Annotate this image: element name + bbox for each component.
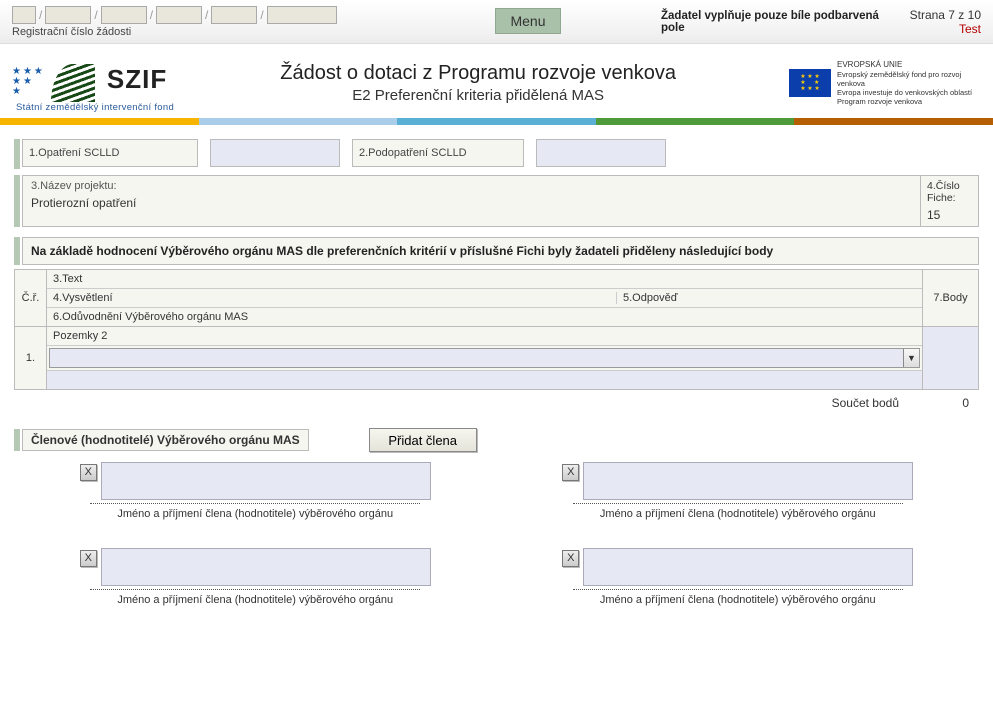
members-grid: X Jméno a příjmení člena (hodnotitele) v… [14,462,979,606]
fiche-box: 4.Číslo Fiche: 15 [921,175,979,227]
stars-icon: ★★★★★★ [12,64,45,97]
dotted-line-icon [90,589,420,590]
registration-number-boxes: / / / / / [12,6,337,24]
menu-button[interactable]: Menu [495,8,561,34]
project-row: 3.Název projektu: Protierozní opatření 4… [14,175,979,227]
col-number-header: Č.ř. [15,270,47,326]
fill-note: Žadatel vyplňuje pouze bíle podbarvená p… [661,6,891,34]
criteria-table: Č.ř. 3.Text 4.Vysvětlení 5.Odpověď 6.Odů… [14,269,979,390]
col-oduv-header: 6.Odůvodnění Výběrového orgánu MAS [53,311,916,323]
project-value: Protierozní opatření [31,196,912,210]
project-box: 3.Název projektu: Protierozní opatření [22,175,921,227]
opatreni-row: 1.Opatření SCLLD 2.Podopatření SCLLD [14,139,979,169]
chevron-down-icon: ▼ [903,349,919,367]
points-sum-row: Součet bodů 0 [14,396,979,410]
sum-value: 0 [939,396,969,410]
member-name-input[interactable] [101,548,431,586]
member-cell: X Jméno a příjmení člena (hodnotitele) v… [34,462,477,520]
row-points [922,327,978,389]
row-number: 1. [15,327,47,389]
criteria-section-title: Na základě hodnocení Výběrového orgánu M… [22,237,979,265]
page-titles: Žádost o dotaci z Programu rozvoje venko… [167,62,789,104]
members-title: Členové (hodnotitelé) Výběrového orgánu … [22,429,309,451]
fiche-label: 4.Číslo Fiche: [927,180,972,204]
criteria-title-row: Na základě hodnocení Výběrového orgánu M… [14,237,979,265]
member-cell: X Jméno a příjmení člena (hodnotitele) v… [517,462,960,520]
dotted-line-icon [573,503,903,504]
remove-member-button[interactable]: X [80,550,97,567]
dotted-line-icon [90,503,420,504]
page: / / / / / Registrační číslo žádosti Menu… [0,0,993,703]
eu-line: Evropa investuje do venkovských oblastí [837,88,977,97]
field-lines-icon [51,64,95,102]
szif-logo: ★★★★★★ SZIF [12,64,167,102]
header: ★★★★★★ SZIF Státní zemědělský intervenčn… [0,44,993,118]
page-indicator: Strana 7 z 10 [891,8,981,22]
registration-block: / / / / / Registrační číslo žádosti [12,6,337,38]
test-label: Test [891,22,981,36]
member-caption: Jméno a příjmení člena (hodnotitele) výb… [600,594,876,606]
section-bar-icon [14,139,20,169]
fiche-value: 15 [927,208,972,222]
podopatreni-label: 2.Podopatření SCLLD [352,139,524,167]
remove-member-button[interactable]: X [562,464,579,481]
members-title-row: Členové (hodnotitelé) Výběrového orgánu … [14,428,979,452]
section-bar-icon [14,237,20,265]
criteria-row: 1. Pozemky 2 ▼ [15,326,978,389]
col-body-header: 7.Body [922,270,978,326]
content: 1.Opatření SCLLD 2.Podopatření SCLLD 3.N… [0,125,993,626]
top-bar: / / / / / Registrační číslo žádosti Menu… [0,0,993,44]
color-stripe [0,118,993,125]
criteria-header: Č.ř. 3.Text 4.Vysvětlení 5.Odpověď 6.Odů… [15,270,978,326]
eu-line: Evropský zemědělský fond pro rozvoj venk… [837,70,977,88]
opatreni-input[interactable] [210,139,340,167]
member-cell: X Jméno a příjmení člena (hodnotitele) v… [34,548,477,606]
remove-member-button[interactable]: X [80,464,97,481]
row-justification-input[interactable] [53,374,916,386]
eu-block: ★ ★ ★★ ★★ ★ ★ EVROPSKÁ UNIE Evropský zem… [789,60,981,106]
col-text-header: 3.Text [53,273,916,285]
logo-subtext: Státní zemědělský intervenční fond [16,102,174,113]
member-name-input[interactable] [583,462,913,500]
row-text: Pozemky 2 [53,330,916,342]
project-label: 3.Název projektu: [31,180,912,192]
reg-box [267,6,337,24]
member-caption: Jméno a příjmení člena (hodnotitele) výb… [600,508,876,520]
member-caption: Jméno a příjmení člena (hodnotitele) výb… [117,594,393,606]
section-bar-icon [14,175,20,227]
add-member-button[interactable]: Přidat člena [369,428,477,452]
reg-box [101,6,147,24]
eu-flag-icon: ★ ★ ★★ ★★ ★ ★ [789,69,831,97]
page-title: Žádost o dotaci z Programu rozvoje venko… [167,62,789,85]
podopatreni-input[interactable] [536,139,666,167]
reg-box [12,6,36,24]
section-bar-icon [14,429,20,451]
dotted-line-icon [573,589,903,590]
reg-box [156,6,202,24]
registration-label: Registrační číslo žádosti [12,26,337,38]
col-odp-header: 5.Odpověď [616,292,916,304]
answer-dropdown[interactable]: ▼ [49,348,920,368]
page-subtitle: E2 Preferenční kriteria přidělená MAS [167,87,789,104]
opatreni-label: 1.Opatření SCLLD [22,139,198,167]
remove-member-button[interactable]: X [562,550,579,567]
member-caption: Jméno a příjmení člena (hodnotitele) výb… [117,508,393,520]
page-meta: Strana 7 z 10 Test [891,6,981,36]
eu-line: Program rozvoje venkova [837,97,977,106]
member-name-input[interactable] [101,462,431,500]
reg-box [211,6,257,24]
member-cell: X Jméno a příjmení člena (hodnotitele) v… [517,548,960,606]
logo-text: SZIF [107,64,167,95]
sum-label: Součet bodů [832,396,899,410]
col-vysv-header: 4.Vysvětlení [53,292,616,304]
member-name-input[interactable] [583,548,913,586]
reg-box [45,6,91,24]
eu-line: EVROPSKÁ UNIE [837,60,977,70]
